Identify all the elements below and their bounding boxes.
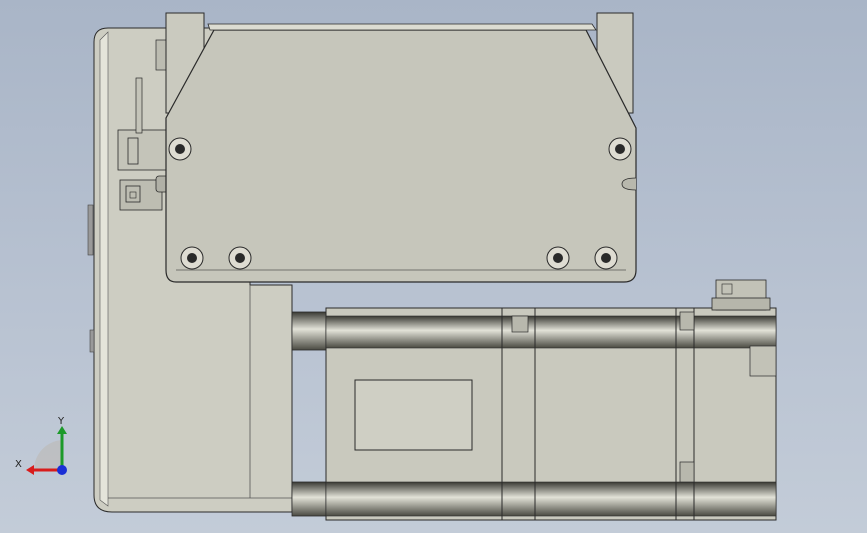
- screw-icon: [168, 137, 192, 161]
- screw-icon: [180, 246, 204, 270]
- x-axis-arrow-icon: [26, 465, 34, 475]
- z-axis-icon: [57, 465, 67, 475]
- y-axis-label: Y: [57, 416, 65, 427]
- screw-icon: [594, 246, 618, 270]
- y-axis-arrow-icon: [57, 426, 67, 434]
- servo-motor: [291, 307, 777, 521]
- cad-graphics-viewport[interactable]: X Y: [0, 0, 867, 533]
- screw-icon: [546, 246, 570, 270]
- screw-icon: [228, 246, 252, 270]
- screw-icon: [608, 137, 632, 161]
- encoder-connector: [711, 279, 771, 311]
- carriage-plate: [165, 23, 637, 283]
- triad-plane-icon: [33, 440, 62, 470]
- x-axis-label: X: [15, 459, 22, 470]
- coordinate-triad[interactable]: X Y: [15, 416, 67, 475]
